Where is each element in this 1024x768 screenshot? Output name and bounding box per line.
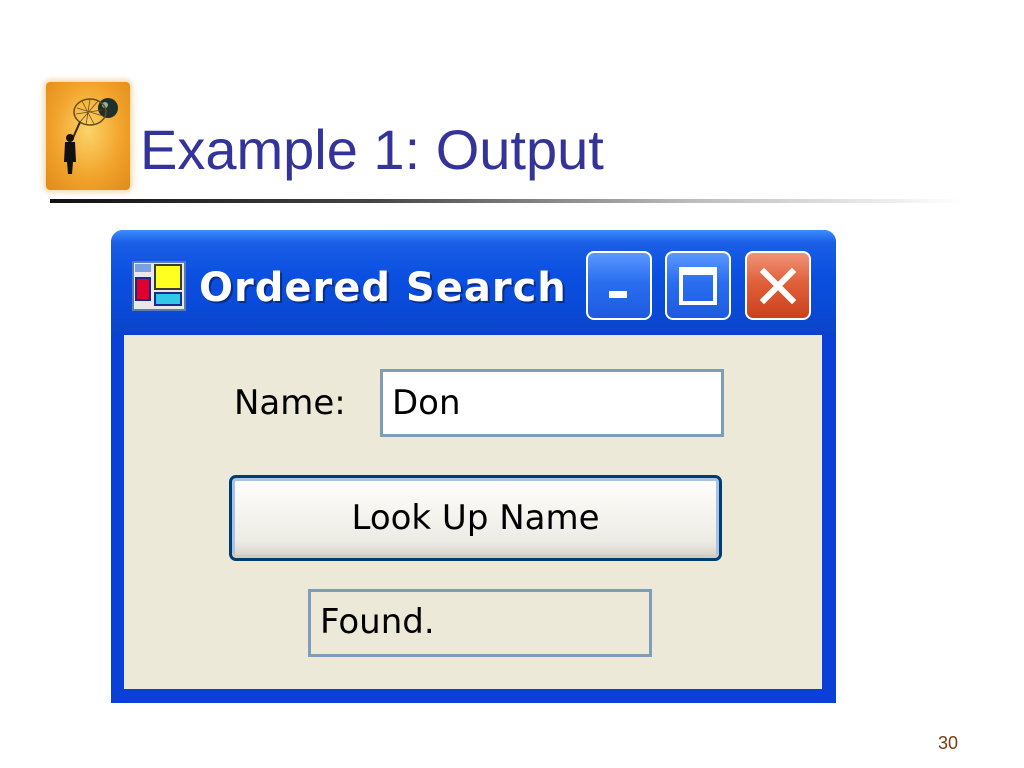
- close-icon: [759, 267, 797, 304]
- maximize-icon: [679, 266, 717, 305]
- name-input[interactable]: [380, 369, 724, 437]
- minimize-button[interactable]: [586, 251, 652, 320]
- title-divider: [50, 199, 962, 203]
- window-title: Ordered Search: [199, 265, 567, 311]
- page-number: 30: [938, 733, 959, 753]
- minimize-icon: [609, 290, 627, 298]
- name-label: Name:: [234, 383, 346, 423]
- window-client-area: Name: Look Up Name Found.: [124, 335, 822, 689]
- maximize-button[interactable]: [665, 251, 731, 320]
- app-window-icon: [132, 261, 186, 311]
- close-button[interactable]: [745, 251, 811, 320]
- window-titlebar[interactable]: Ordered Search: [111, 230, 836, 333]
- look-up-name-button[interactable]: Look Up Name: [229, 475, 722, 561]
- slide-title: Example 1: Output: [140, 118, 604, 181]
- app-window: Ordered Search Name: Look Up Name Found.: [111, 230, 836, 703]
- status-output-label: Found.: [308, 589, 652, 657]
- person-with-net-icon: [46, 82, 130, 190]
